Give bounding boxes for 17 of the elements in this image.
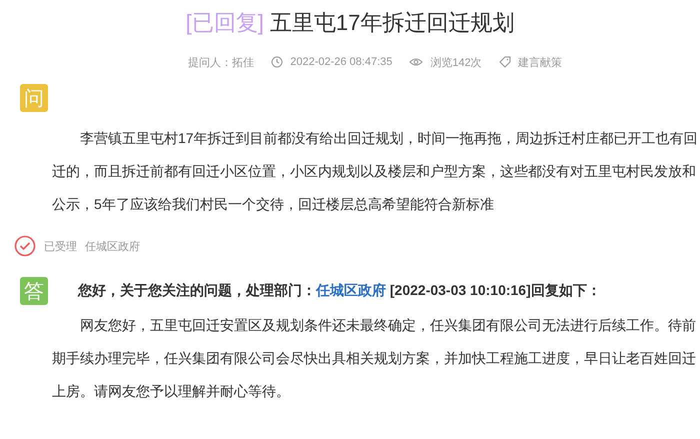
- post-time: 2022-02-26 08:47:35: [290, 56, 392, 68]
- department-link[interactable]: 任城区政府: [316, 282, 386, 298]
- view-count: 浏览142次: [430, 56, 482, 70]
- answer-badge: 答: [20, 277, 48, 305]
- status-tag: [已回复]: [186, 8, 264, 42]
- answer-text: 网友您好，五里屯回迁安置区及规划条件还未最终确定，任兴集团有限公司无法进行后续工作。待前期手续办理完毕，任兴集团有限公司会尽快出具相关规划方案，并加快工程施工进度，早日让老百姓回迁上房。请网友您予以理解并耐心等待。: [52, 316, 697, 401]
- question-text: 李营镇五里屯村17年拆迁到目前都没有给出回迁规划，时间一拖再拖，周边拆迁村庄都已开工也有回迁的，而且拆迁前都有回迁小区位置，小区内规划以及楼层和户型方案，这些都没有对五里屯村民发放和公示，5年了应该给我们村民一个交待，回迁楼层总高希望能符合新标准: [52, 129, 699, 214]
- clock-icon: [271, 56, 284, 68]
- reply-header: 您好，关于您关注的问题，处理部门：任城区政府 [2022-03-03 10:10:16]回复如下：: [78, 282, 601, 300]
- question-badge: 问: [20, 84, 48, 112]
- question-title: 五里屯17年拆迁回迁规划: [270, 9, 514, 37]
- tag-icon: [498, 56, 511, 68]
- department-name: 任城区政府: [85, 240, 140, 254]
- asker-name: 提问人：拓佳: [188, 56, 254, 70]
- category-label: 建言献策: [518, 56, 562, 70]
- status-label: 已受理: [44, 240, 77, 254]
- eye-icon: [409, 57, 424, 67]
